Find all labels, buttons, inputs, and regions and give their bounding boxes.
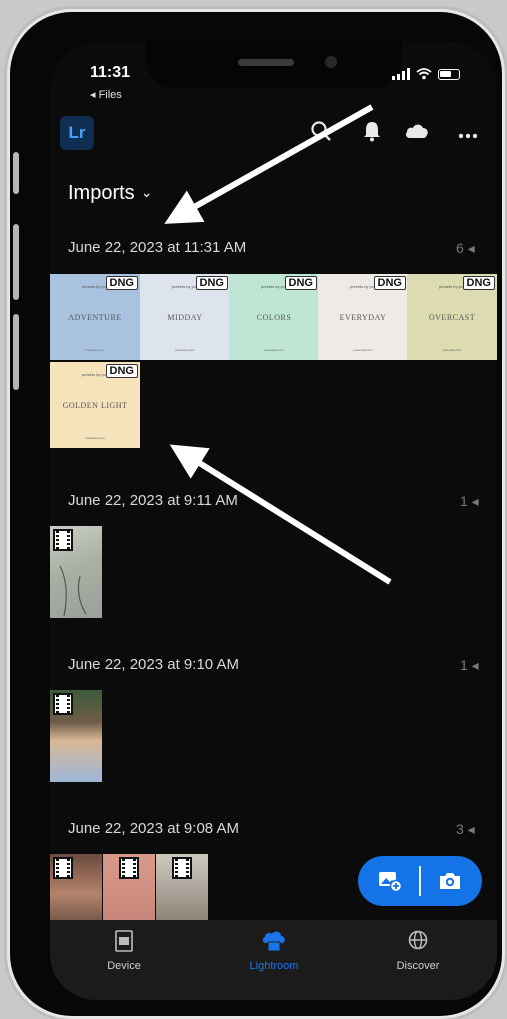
- device-icon: [64, 930, 184, 954]
- volume-up-button: [13, 224, 19, 300]
- fab-divider: [419, 866, 421, 896]
- mute-switch: [13, 152, 19, 194]
- arrow-to-golden-light: [169, 444, 392, 585]
- tab-label: Discover: [396, 960, 440, 972]
- lightroom-cloud-icon: [214, 930, 334, 954]
- arrow-to-imports: [164, 104, 374, 224]
- tab-label: Lightroom: [249, 960, 299, 972]
- camera-icon: [439, 873, 460, 889]
- add-photos-icon: [379, 872, 403, 892]
- camera-button[interactable]: [421, 856, 479, 906]
- tab-lightroom[interactable]: Lightroom: [214, 930, 334, 972]
- add-photo-fab: [358, 856, 482, 906]
- bottom-tab-bar: Device Lightroom Discover: [50, 920, 497, 1000]
- add-photos-button[interactable]: [361, 856, 419, 906]
- globe-icon: [358, 930, 478, 954]
- tab-discover[interactable]: Discover: [358, 930, 478, 972]
- phone-frame: 11:31 ◂ Files Lr Imports ⌄ June 22, 2023…: [10, 12, 502, 1016]
- tab-label: Device: [107, 960, 141, 972]
- tab-device[interactable]: Device: [64, 930, 184, 972]
- phone-screen: 11:31 ◂ Files Lr Imports ⌄ June 22, 2023…: [50, 42, 497, 1000]
- volume-down-button: [13, 314, 19, 390]
